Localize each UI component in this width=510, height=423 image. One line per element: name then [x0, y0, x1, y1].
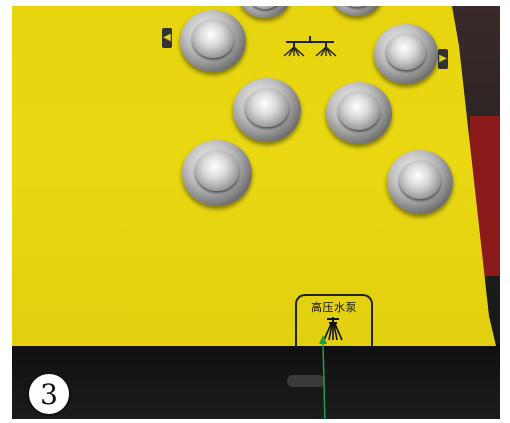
step-number-badge: 3 — [27, 372, 71, 416]
control-panel: ◀ ▶ 高压水泵 — [12, 6, 496, 346]
button-upper-left[interactable] — [180, 10, 246, 72]
annotation-pointer — [319, 335, 327, 419]
top-button-left[interactable] — [240, 6, 290, 18]
pump-label: 高压水泵 — [311, 301, 357, 314]
button-middle-right[interactable] — [326, 82, 392, 144]
pump-label-box: 高压水泵 — [295, 294, 373, 346]
left-arrow-icon: ◀ — [162, 28, 172, 48]
button-lower-left[interactable] — [182, 140, 252, 206]
photo: ◀ ▶ 高压水泵 3 — [12, 6, 500, 419]
panel-underside — [12, 344, 500, 419]
button-lower-right[interactable] — [387, 150, 453, 214]
button-middle-left[interactable] — [233, 78, 301, 142]
top-button-right[interactable] — [332, 6, 382, 16]
button-upper-right[interactable] — [374, 24, 438, 84]
sprinkler-bar-icon — [283, 36, 337, 57]
right-arrow-icon: ▶ — [438, 49, 448, 69]
